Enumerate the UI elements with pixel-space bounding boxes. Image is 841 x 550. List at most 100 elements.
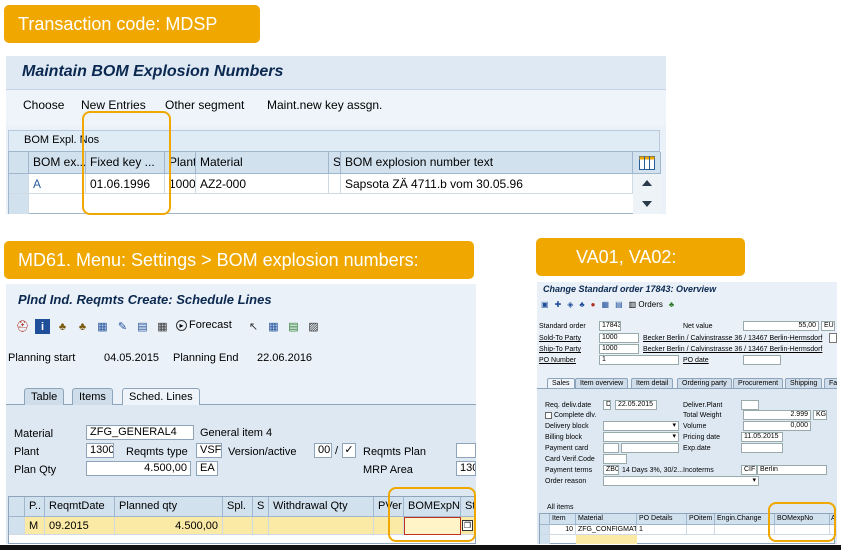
hierarchy-2-icon[interactable]: ♣ [75,319,90,334]
sold-to-detail-icon[interactable] [829,333,837,343]
reqmts-type-field[interactable]: VSF [196,443,222,458]
forecast-button[interactable]: ▸ Forecast [176,319,232,331]
net-value-field[interactable]: 55,00 [743,321,819,331]
display-icon[interactable]: ◈ [567,300,573,309]
document-icon[interactable]: ▣ [541,300,549,309]
currency-field[interactable]: EUR [821,321,835,331]
table-cell[interactable]: ZFG_CONFIGMAT3 [576,525,637,535]
select-icon[interactable]: ↖ [246,319,261,334]
table-icon[interactable]: ▦ [95,319,110,334]
partner-icon[interactable]: ♣ [579,300,584,309]
row-selector[interactable] [540,535,550,544]
table-cell[interactable] [687,525,715,535]
incoterms-place-field[interactable]: Berlin [757,465,827,475]
payment-terms-field[interactable]: ZB01 [603,465,619,475]
tree-icon[interactable]: ♣ [669,300,674,309]
card-verif-field[interactable] [603,454,627,464]
po-number-field[interactable]: 1 [599,355,679,365]
schedule-icon[interactable]: ▦ [602,300,610,309]
tab-item-detail[interactable]: Item detail [631,378,674,388]
col-bom-ex[interactable]: BOM ex... [29,152,86,174]
exp-date-field[interactable] [741,443,783,453]
column-settings-icon[interactable] [633,152,661,174]
tab-item-overview[interactable]: Item overview [575,378,629,388]
tab-shipping[interactable]: Shipping [785,378,823,388]
variant-icon[interactable]: ▨ [306,319,321,334]
layout-icon[interactable]: ▤ [135,319,150,334]
maint-new-key-button[interactable]: Maint.new key assgn. [267,98,382,112]
payment-card-field[interactable] [603,443,619,453]
sold-to-label[interactable]: Sold-To Party [539,334,581,343]
reqmts-plan-field[interactable] [456,443,476,458]
payment-card-number-field[interactable] [621,443,679,453]
table-cell[interactable] [329,174,341,194]
calculator-icon[interactable]: ▦ [155,319,170,334]
vertical-scrollbar[interactable] [633,174,661,214]
mrp-area-field[interactable]: 130 [456,461,476,476]
plant-field[interactable]: 1300 [86,443,114,458]
row-selector-header[interactable] [9,497,25,517]
choose-button[interactable]: Choose [23,98,64,112]
col-reqmt-date[interactable]: ReqmtDate [45,497,115,517]
info-icon[interactable]: i [35,319,50,334]
col-po-details[interactable]: PO Details [637,514,687,525]
table-cell[interactable]: Sapsota ZÄ 4711.b vom 30.05.96 [341,174,633,194]
incoterms-field[interactable]: CIF [741,465,757,475]
table-cell[interactable]: 1 [637,525,687,535]
col-withdrawal-qty[interactable]: Withdrawal Qty [269,497,374,517]
billing-block-select[interactable]: ▾ [603,432,679,442]
table-cell[interactable]: AZ2-000 [196,174,329,194]
req-deliv-type-field[interactable]: D [603,400,611,410]
table-cell[interactable] [253,517,269,535]
table-cell[interactable] [715,525,775,535]
deliver-plant-field[interactable] [741,400,759,410]
material-field[interactable]: ZFG_GENERAL4 [86,425,194,440]
col-item[interactable]: Item [550,514,576,525]
col-bom-text[interactable]: BOM explosion number text [341,152,633,174]
col-spl[interactable]: Spl. [223,497,253,517]
row-selector[interactable] [9,174,29,194]
col-poitem[interactable]: POitem [687,514,715,525]
col-material[interactable]: Material [196,152,329,174]
new-item-cell[interactable] [576,535,637,544]
table-cell[interactable]: A [29,174,86,194]
col-p[interactable]: P.. [25,497,45,517]
table-cell[interactable]: M [25,517,45,535]
table-cell[interactable]: 09.2015 [45,517,115,535]
po-date-field[interactable] [743,355,781,365]
row-selector[interactable] [9,517,25,535]
table-cell[interactable] [223,517,253,535]
col-s[interactable]: S [329,152,341,174]
scroll-down-icon[interactable] [642,201,652,207]
col-s[interactable]: S [253,497,269,517]
grid-icon[interactable]: ▦ [266,319,281,334]
row-selector-header[interactable] [540,514,550,525]
header-icon[interactable]: ✚ [555,300,562,309]
col-planned-qty[interactable]: Planned qty [115,497,223,517]
plan-unit-field[interactable]: EA [196,461,218,476]
ship-to-field[interactable]: 1000 [599,344,639,354]
tab-items[interactable]: Items [72,388,113,405]
tab-ordering-party[interactable]: Ordering party [677,378,732,388]
hierarchy-icon[interactable]: ♣ [55,319,70,334]
table-cell[interactable]: 4.500,00 [115,517,223,535]
plan-qty-field[interactable]: 4.500,00 [86,461,191,476]
hat-icon[interactable]: ⛑ [15,319,30,334]
ship-to-label[interactable]: Ship-To Party [539,345,581,354]
version-field[interactable]: 00 [314,443,332,458]
complete-dlv-checkbox[interactable] [545,412,552,419]
std-order-field[interactable]: 17843 [599,321,621,331]
pricing-date-field[interactable]: 11.05.2015 [741,432,783,442]
scroll-up-icon[interactable] [642,180,652,186]
tab-sales[interactable]: Sales [547,378,575,388]
new-entries-button[interactable]: New Entries [81,98,146,112]
table-cell[interactable] [269,517,374,535]
row-selector-header[interactable] [9,152,29,174]
tab-procurement[interactable]: Procurement [733,378,784,388]
tab-more[interactable]: Fa [824,378,837,388]
tab-sched-lines[interactable]: Sched. Lines [122,388,200,405]
col-material[interactable]: Material [576,514,637,525]
attach-icon[interactable]: ▤ [615,300,623,309]
active-checkbox[interactable]: ✓ [342,443,356,458]
req-deliv-field[interactable]: 22.05.2015 [615,400,657,410]
